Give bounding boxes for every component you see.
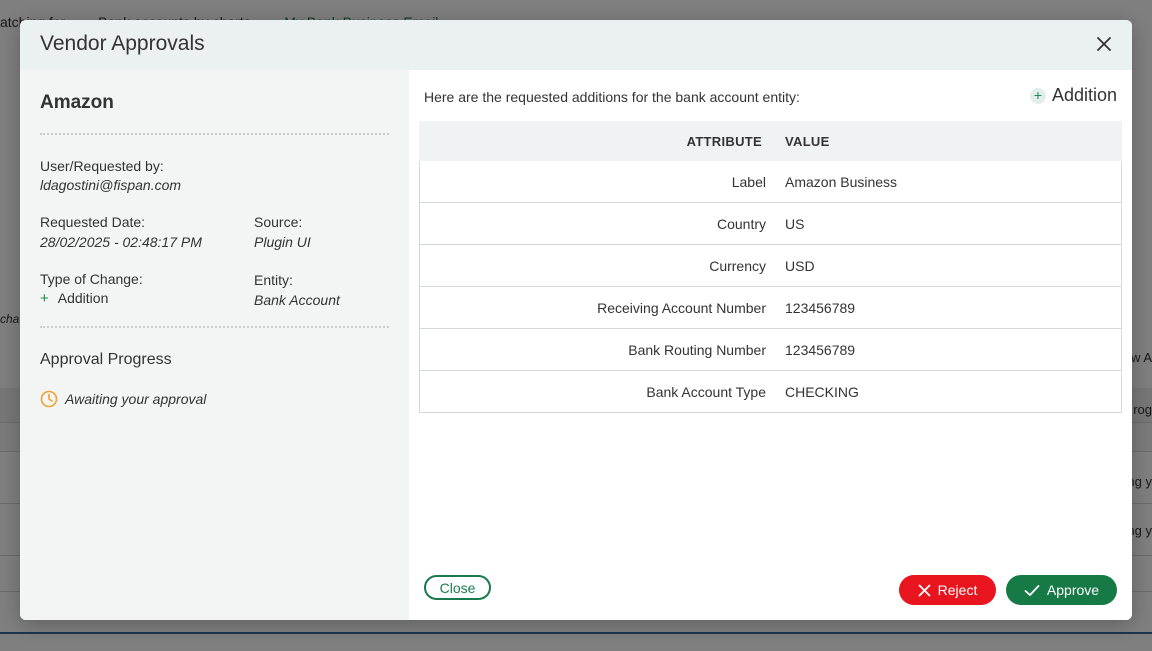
attribute-cell: Currency: [709, 257, 766, 274]
plus-icon: +: [40, 289, 49, 307]
plus-icon: +: [1029, 87, 1046, 104]
requested-changes-panel: Here are the requested additions for the…: [409, 70, 1132, 620]
requested-date-label: Requested Date:: [40, 214, 146, 230]
source-value: Plugin UI: [254, 234, 311, 250]
table-row: Currency USD: [420, 244, 1121, 286]
type-of-change-label: Type of Change:: [40, 271, 143, 287]
attribute-cell: Label: [731, 173, 766, 190]
modal-title: Vendor Approvals: [40, 32, 205, 55]
attribute-table: ATTRIBUTE VALUE Label Amazon Business Co…: [419, 121, 1122, 413]
value-column-header: VALUE: [785, 133, 830, 149]
value-cell: CHECKING: [785, 383, 859, 400]
attribute-cell: Bank Account Type: [646, 383, 766, 400]
check-icon: [1024, 584, 1040, 596]
attribute-cell: Receiving Account Number: [597, 299, 766, 316]
addition-button[interactable]: + Addition: [1029, 85, 1117, 106]
type-of-change-value: + Addition: [40, 290, 108, 306]
addition-label: Addition: [1051, 85, 1117, 105]
vendor-name: Amazon: [40, 92, 114, 113]
approval-status: Awaiting your approval: [40, 390, 206, 408]
attribute-cell: Country: [716, 215, 766, 232]
table-body: Label Amazon Business Country US Currenc…: [419, 161, 1122, 413]
entity-label: Entity:: [254, 272, 293, 288]
requested-date-value: 28/02/2025 - 02:48:17 PM: [40, 234, 202, 250]
table-row: Receiving Account Number 123456789: [420, 286, 1121, 328]
value-cell: Amazon Business: [785, 173, 898, 190]
table-row: Country US: [420, 202, 1121, 244]
clock-icon: [40, 390, 58, 408]
table-header: ATTRIBUTE VALUE: [419, 121, 1122, 161]
value-cell: 123456789: [785, 299, 856, 316]
source-label: Source:: [254, 214, 303, 230]
close-button[interactable]: Close: [424, 575, 491, 600]
reject-label: Reject: [937, 582, 978, 598]
approval-status-text: Awaiting your approval: [65, 391, 207, 407]
approval-progress-title: Approval Progress: [40, 351, 172, 368]
table-row: Bank Routing Number 123456789: [420, 328, 1121, 370]
vendor-approvals-modal: Vendor Approvals Amazon User/Requested b…: [20, 20, 1132, 620]
attribute-cell: Bank Routing Number: [628, 341, 766, 358]
modal-body: Amazon User/Requested by: ldagostini@fis…: [20, 70, 1132, 620]
value-cell: US: [785, 215, 805, 232]
entity-value: Bank Account: [254, 292, 340, 308]
details-panel: Amazon User/Requested by: ldagostini@fis…: [20, 70, 409, 620]
x-icon: [918, 584, 931, 596]
table-row: Bank Account Type CHECKING: [420, 370, 1121, 412]
approve-label: Approve: [1046, 582, 1100, 598]
requested-by-value: ldagostini@fispan.com: [40, 177, 182, 193]
attribute-column-header: ATTRIBUTE: [686, 133, 762, 149]
value-cell: USD: [785, 257, 815, 274]
modal-header: Vendor Approvals: [20, 20, 1132, 70]
dotted-divider: [40, 133, 389, 135]
close-icon[interactable]: [1094, 34, 1114, 54]
table-row: Label Amazon Business: [420, 161, 1121, 202]
reject-button[interactable]: Reject: [899, 575, 996, 605]
approve-button[interactable]: Approve: [1006, 575, 1117, 605]
dotted-divider: [40, 326, 389, 328]
requested-intro: Here are the requested additions for the…: [424, 89, 800, 105]
type-of-change-text: Addition: [57, 290, 109, 306]
value-cell: 123456789: [785, 341, 856, 358]
requested-by-label: User/Requested by:: [40, 158, 164, 174]
